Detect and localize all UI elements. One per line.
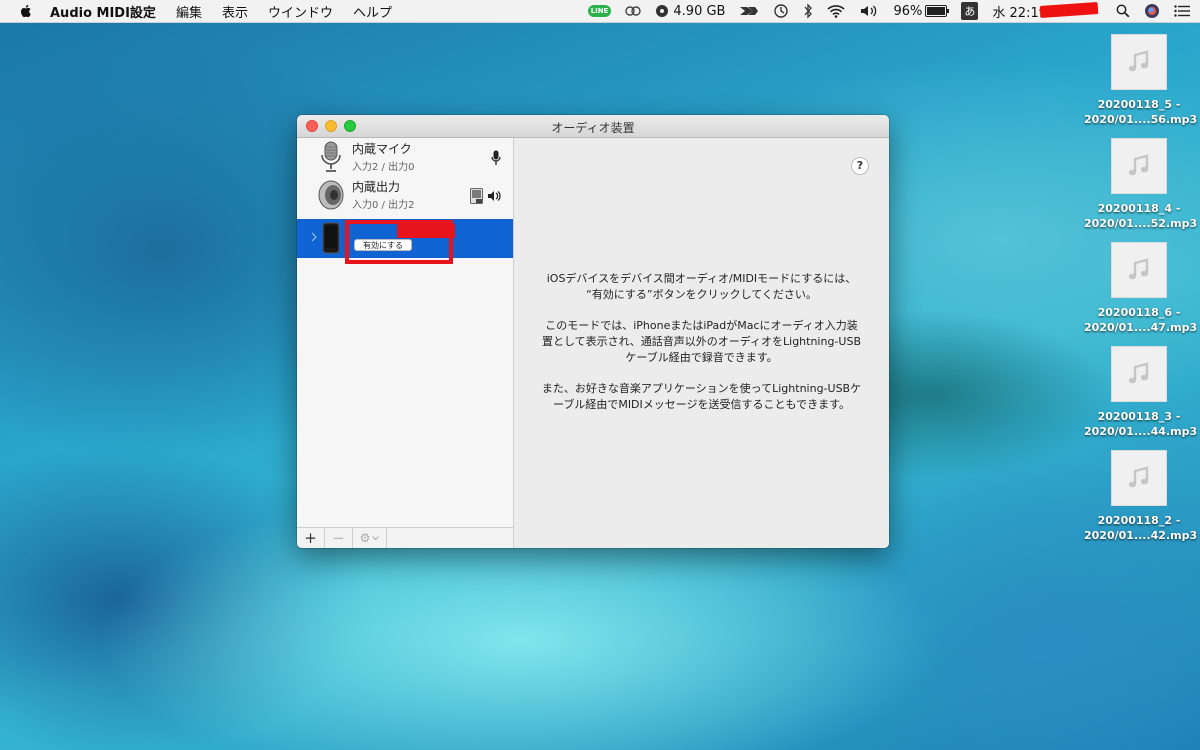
gear-menu-button[interactable]: ⚙ (353, 528, 387, 548)
wifi-icon[interactable] (827, 4, 846, 18)
file-name-line2: 2020/01....47.mp3 (1084, 321, 1198, 334)
message-line: “有効にする”ボタンをクリックしてください。 (586, 288, 817, 301)
spotlight-icon[interactable] (1116, 4, 1130, 18)
line-icon[interactable]: LINE (587, 5, 612, 17)
file-name-line1: 20200118_5 - (1097, 98, 1181, 111)
remove-device-button[interactable]: − (325, 528, 353, 548)
window-titlebar[interactable]: オーディオ装置 (297, 115, 889, 138)
file-name-line1: 20200118_3 - (1097, 410, 1181, 423)
menu-view[interactable]: 表示 (222, 2, 248, 21)
menu-edit[interactable]: 編集 (176, 2, 202, 21)
speaker-device-icon (318, 180, 344, 210)
storage-text: 4.90 GB (673, 3, 726, 19)
device-list-toolbar: + − ⚙ (297, 527, 513, 548)
microphone-device-icon (321, 141, 341, 172)
output-speaker-icon (488, 191, 501, 201)
desktop-file[interactable]: 20200118_5 - 2020/01....56.mp3 (1084, 34, 1198, 127)
file-name-line2: 2020/01....44.mp3 (1084, 425, 1198, 438)
device-io: 入力0 / 出力2 (352, 200, 415, 211)
battery-percent: 96% (893, 3, 923, 19)
help-button[interactable]: ? (851, 157, 869, 175)
message-paragraph-1: iOSデバイスをデバイス間オーディオ/MIDIモードにするには、 “有効にする”… (514, 271, 889, 303)
desktop-file[interactable]: 20200118_2 - 2020/01....42.mp3 (1084, 450, 1198, 543)
menu-window[interactable]: ウインドウ (268, 2, 333, 21)
file-name-line2: 2020/01....42.mp3 (1084, 529, 1198, 542)
message-line: ーブル経由でMIDIメッセージを送受信することもできます。 (552, 398, 851, 411)
line-label: LINE (587, 5, 612, 17)
desktop-file[interactable]: 20200118_4 - 2020/01....52.mp3 (1084, 138, 1198, 231)
file-name-line2: 2020/01....52.mp3 (1084, 217, 1198, 230)
file-name-line1: 20200118_2 - (1097, 514, 1181, 527)
gear-icon: ⚙ (359, 531, 371, 545)
iphone-device-icon (322, 222, 340, 254)
desktop-file[interactable]: 20200118_3 - 2020/01....44.mp3 (1084, 346, 1198, 439)
battery-status[interactable]: 96% (893, 3, 950, 19)
clock[interactable]: 水 22:19 (992, 2, 1047, 21)
notification-center-icon[interactable] (1174, 5, 1190, 17)
audio-file-icon (1111, 34, 1167, 90)
message-paragraph-3: また、お好きな音楽アプリケーションを使ってLightning-USBケ ーブル経… (514, 381, 889, 413)
highlight-box (345, 220, 453, 264)
input-mic-icon (491, 150, 501, 165)
device-builtin-mic[interactable]: 内蔵マイク 入力2 / 出力0 (297, 138, 513, 176)
audio-devices-window: オーディオ装置 内蔵マイク 入力2 / 出力0 内蔵出力 入力0 / 出力2 有… (297, 115, 889, 548)
device-builtin-output[interactable]: 内蔵出力 入力0 / 出力2 (297, 176, 513, 214)
audio-file-icon (1111, 346, 1167, 402)
audio-file-icon (1111, 138, 1167, 194)
device-detail-pane: ? iOSデバイスをデバイス間オーディオ/MIDIモードにするには、 “有効にす… (514, 138, 889, 548)
message-line: iOSデバイスをデバイス間オーディオ/MIDIモードにするには、 (546, 272, 857, 285)
device-list: 内蔵マイク 入力2 / 出力0 内蔵出力 入力0 / 出力2 有効にする + −… (297, 138, 514, 548)
message-line: ケーブル経由で録音できます。 (625, 351, 778, 364)
creative-cloud-icon[interactable] (625, 5, 642, 17)
disk-icon (656, 5, 669, 17)
window-title: オーディオ装置 (551, 121, 635, 135)
message-line: 置として表示され、通話音声以外のオーディオをLightning-USB (542, 335, 861, 348)
device-ios[interactable]: 有効にする (297, 219, 513, 264)
add-device-button[interactable]: + (297, 528, 325, 548)
audio-file-icon (1111, 450, 1167, 506)
input-method-label: あ (961, 2, 979, 20)
apple-menu-icon[interactable] (18, 3, 34, 19)
device-name: 内蔵出力 (352, 180, 401, 194)
time-machine-icon[interactable] (773, 3, 789, 19)
storage-status[interactable]: 4.90 GB (655, 4, 725, 19)
airmail-icon[interactable] (739, 5, 759, 17)
chevron-down-icon (372, 535, 380, 540)
battery-icon (925, 5, 950, 17)
menu-help[interactable]: ヘルプ (353, 2, 392, 21)
finder-output-icon (470, 188, 483, 204)
file-name-line2: 2020/01....56.mp3 (1084, 113, 1198, 126)
disclosure-icon (311, 232, 317, 242)
volume-icon[interactable] (859, 4, 879, 18)
file-name-line1: 20200118_6 - (1097, 306, 1181, 319)
audio-file-icon (1111, 242, 1167, 298)
file-name-line1: 20200118_4 - (1097, 202, 1181, 215)
message-paragraph-2: このモードでは、iPhoneまたはiPadがMacにオーディオ入力装 置として表… (514, 318, 889, 366)
menu-bar: Audio MIDI設定 編集 表示 ウインドウ ヘルプ LINE 4.90 G… (0, 0, 1200, 23)
bluetooth-icon[interactable] (803, 3, 813, 19)
message-line: また、お好きな音楽アプリケーションを使ってLightning-USBケ (541, 382, 862, 395)
message-line: このモードでは、iPhoneまたはiPadがMacにオーディオ入力装 (545, 319, 858, 332)
menu-app-name[interactable]: Audio MIDI設定 (50, 2, 156, 21)
input-method-icon[interactable]: あ (961, 2, 979, 20)
device-io: 入力2 / 出力0 (352, 162, 415, 173)
siri-icon[interactable] (1144, 3, 1160, 19)
desktop-file[interactable]: 20200118_6 - 2020/01....47.mp3 (1084, 242, 1198, 335)
device-name: 内蔵マイク (352, 142, 412, 156)
